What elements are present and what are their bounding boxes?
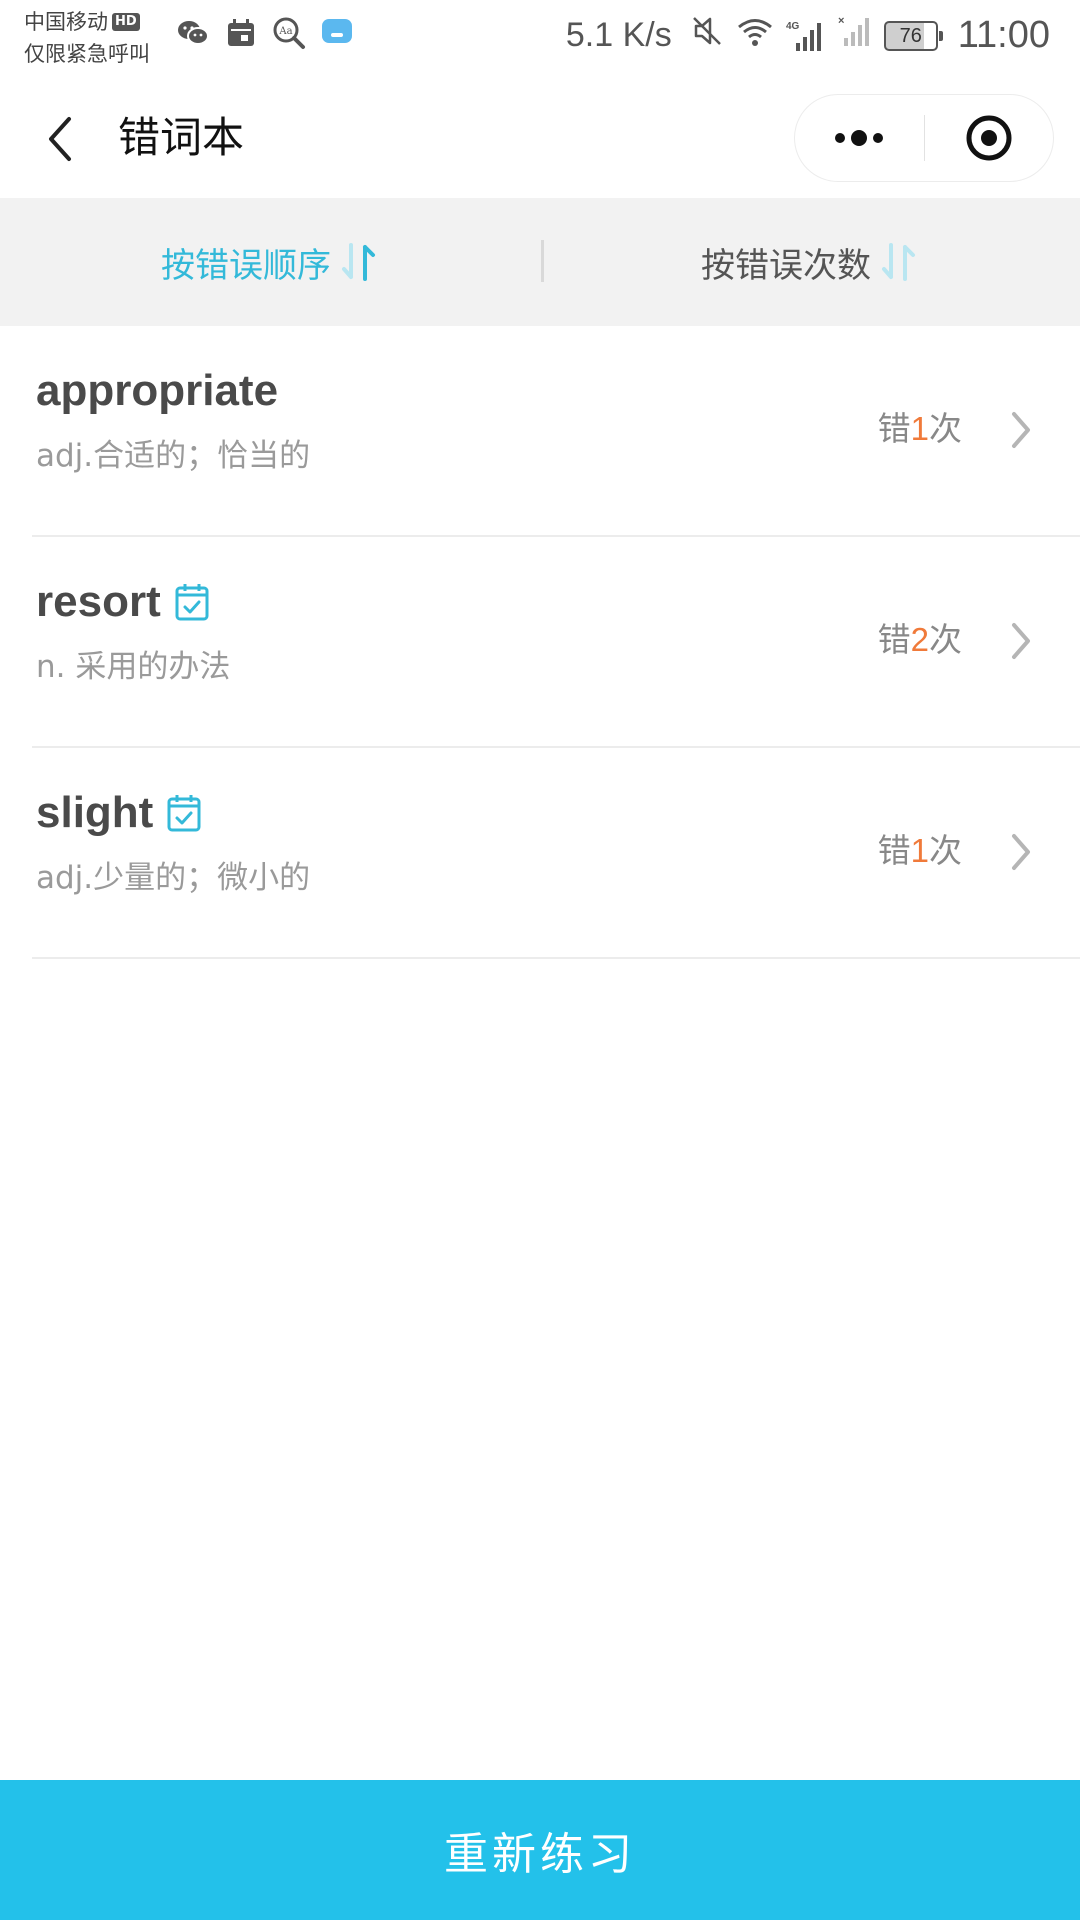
sort-bar: 按错误顺序 按错误次数 bbox=[0, 198, 1080, 326]
error-count: 错2次 bbox=[878, 617, 962, 663]
error-count: 错1次 bbox=[878, 406, 962, 452]
list-item[interactable]: appropriate adj.合适的；恰当的 错1次 bbox=[0, 326, 1080, 537]
tab-sort-by-order[interactable]: 按错误顺序 bbox=[0, 198, 540, 326]
tab-label: 按错误顺序 bbox=[161, 245, 331, 286]
error-prefix: 错 bbox=[877, 831, 911, 870]
page-title: 错词本 bbox=[118, 113, 245, 162]
error-prefix: 错 bbox=[877, 620, 911, 659]
error-count-number: 1 bbox=[910, 410, 929, 447]
svg-text:4G: 4G bbox=[786, 21, 800, 32]
target-close-icon bbox=[966, 115, 1012, 161]
word-head: slight bbox=[36, 786, 201, 840]
more-button[interactable] bbox=[795, 95, 924, 181]
tab-label: 按错误次数 bbox=[701, 245, 871, 286]
hd-badge: HD bbox=[112, 13, 140, 31]
miniprogram-capsule bbox=[794, 94, 1054, 182]
close-miniprogram-button[interactable] bbox=[925, 95, 1054, 181]
word-head: resort bbox=[36, 575, 209, 629]
chevron-right-icon bbox=[1006, 830, 1036, 874]
emergency-call-text: 仅限紧急呼叫 bbox=[24, 42, 150, 66]
sort-arrows-icon bbox=[879, 241, 919, 283]
more-dots-icon bbox=[835, 130, 884, 146]
error-count-number: 1 bbox=[910, 832, 929, 869]
word-text: resort bbox=[36, 577, 161, 626]
list-item[interactable]: resort n. 采用的办法 错2次 bbox=[0, 537, 1080, 748]
chevron-right-icon bbox=[1006, 408, 1036, 452]
back-button[interactable] bbox=[30, 106, 90, 172]
svg-text:Aa: Aa bbox=[278, 26, 292, 37]
mute-icon bbox=[690, 14, 724, 57]
notification-icons: Aa bbox=[176, 16, 354, 50]
list-item[interactable]: slight adj.少量的；微小的 错1次 bbox=[0, 748, 1080, 959]
back-arrow-icon bbox=[49, 117, 71, 161]
error-suffix: 次 bbox=[929, 620, 962, 659]
word-meaning: adj.合适的；恰当的 bbox=[36, 438, 311, 474]
error-suffix: 次 bbox=[929, 831, 962, 870]
signal-empty-icon: × bbox=[838, 14, 872, 57]
word-text: slight bbox=[36, 788, 154, 837]
navigation-bar: 错词本 bbox=[0, 80, 1080, 198]
checked-note-icon[interactable] bbox=[167, 794, 201, 832]
clock: 11:00 bbox=[957, 14, 1050, 56]
word-meaning: n. 采用的办法 bbox=[36, 649, 231, 685]
checked-note-icon[interactable] bbox=[175, 583, 209, 621]
word-meaning: adj.少量的；微小的 bbox=[36, 860, 311, 896]
status-bar: 中国移动 HD 仅限紧急呼叫 Aa 5.1 K/s 4G × 76 11:00 bbox=[0, 0, 1080, 80]
error-count-number: 2 bbox=[910, 621, 929, 658]
word-text: appropriate bbox=[36, 366, 279, 415]
word-list: appropriate adj.合适的；恰当的 错1次 resort n. 采用 bbox=[0, 326, 1080, 959]
carrier-name: 中国移动 bbox=[24, 10, 108, 34]
svg-text:×: × bbox=[838, 15, 844, 27]
dictionary-icon: Aa bbox=[272, 16, 306, 50]
message-app-icon bbox=[320, 16, 354, 50]
error-prefix: 错 bbox=[877, 409, 911, 448]
net-speed: 5.1 K/s bbox=[565, 16, 672, 54]
error-suffix: 次 bbox=[929, 409, 962, 448]
battery-icon: 76 bbox=[883, 20, 943, 51]
calendar-icon bbox=[224, 16, 258, 50]
error-count: 错1次 bbox=[878, 828, 962, 874]
carrier-info: 中国移动 HD 仅限紧急呼叫 bbox=[24, 6, 150, 70]
chevron-right-icon bbox=[1006, 619, 1036, 663]
word-head: appropriate bbox=[36, 364, 278, 418]
restart-practice-button[interactable]: 重新练习 bbox=[0, 1780, 1080, 1920]
tab-sort-by-count[interactable]: 按错误次数 bbox=[540, 198, 1080, 326]
system-status: 5.1 K/s 4G × 76 11:00 bbox=[566, 14, 1050, 57]
wechat-icon bbox=[176, 16, 210, 50]
sort-arrows-icon bbox=[339, 241, 379, 283]
wifi-icon bbox=[736, 15, 774, 57]
signal-4g-icon: 4G bbox=[786, 19, 826, 53]
